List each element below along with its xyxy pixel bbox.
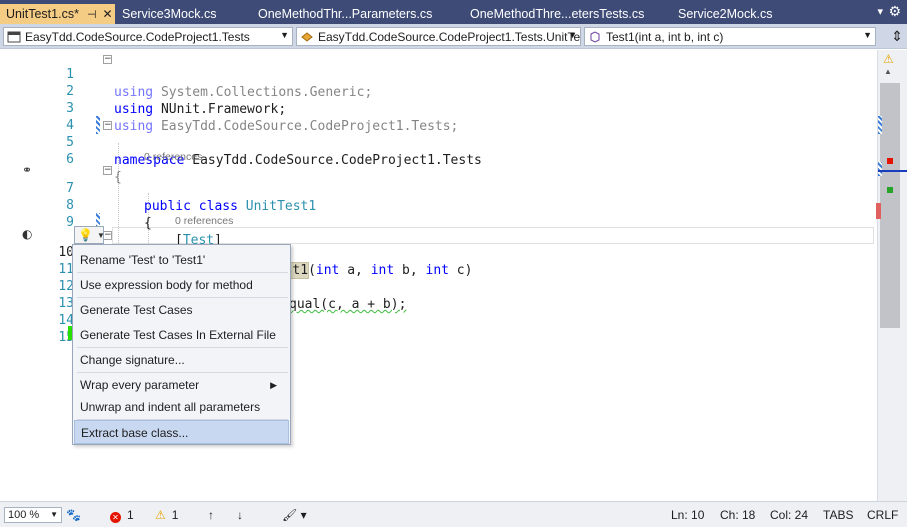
menu-item-rename[interactable]: Rename 'Test' to 'Test1'	[74, 248, 289, 272]
project-dropdown[interactable]: EasyTdd.CodeSource.CodeProject1.Tests ▼	[3, 27, 293, 46]
tab-label: UnitTest1.cs*	[6, 7, 79, 21]
warning-icon: ⚠	[883, 52, 894, 66]
error-marker[interactable]	[887, 158, 893, 164]
member-dropdown[interactable]: Test1(int a, int b, int c) ▼	[584, 27, 876, 46]
menu-item-unwrap-parameters[interactable]: Unwrap and indent all parameters	[74, 395, 289, 419]
type-name: EasyTdd.CodeSource.CodeProject1.Tests.Un…	[318, 29, 581, 44]
tab-unittest1[interactable]: UnitTest1.cs* ⊣ ✕	[0, 4, 116, 24]
code-line-2: 2 using NUnit.Framework;	[0, 65, 877, 117]
menu-item-wrap-parameters[interactable]: Wrap every parameter ▶	[74, 373, 289, 397]
next-issue-icon[interactable]: ↓	[237, 508, 243, 522]
document-tab-bar: UnitTest1.cs* ⊣ ✕ Service3Mock.cs OneMet…	[0, 0, 907, 24]
warning-icon: ⚠	[155, 508, 166, 522]
warning-count-label: 1	[171, 508, 179, 522]
tab-service2mock[interactable]: Service2Mock.cs	[672, 4, 808, 24]
method-icon	[588, 30, 602, 43]
menu-item-label: Unwrap and indent all parameters	[80, 400, 261, 414]
lightbulb-icon: 💡	[78, 228, 93, 242]
type-dropdown[interactable]: EasyTdd.CodeSource.CodeProject1.Tests.Un…	[296, 27, 581, 46]
code-line-4: 4	[0, 99, 877, 133]
project-icon	[7, 31, 21, 43]
pin-icon[interactable]: ⊣	[87, 8, 97, 21]
menu-item-change-signature[interactable]: Change signature...	[74, 348, 289, 372]
scrollbar-thumb[interactable]	[880, 83, 900, 328]
menu-item-generate-test-cases[interactable]: Generate Test Cases	[74, 298, 289, 322]
code-line-1: 1 using System.Collections.Generic;	[0, 50, 877, 100]
chevron-down-icon: ▼	[96, 230, 105, 240]
error-count[interactable]: ✕ 1	[110, 508, 134, 523]
tab-label: Service3Mock.cs	[122, 7, 217, 21]
menu-item-label: Generate Test Cases	[80, 303, 193, 317]
menu-item-label: Use expression body for method	[80, 278, 253, 292]
zoom-level: 100 %	[8, 509, 40, 521]
indent-mode-indicator[interactable]: TABS	[823, 508, 853, 522]
chevron-down-icon: ▼	[50, 510, 58, 519]
tab-label: OneMethodThre...etersTests.cs	[470, 7, 645, 21]
error-icon: ✕	[110, 512, 121, 523]
gear-icon[interactable]: ⚙	[888, 3, 901, 20]
code-line-6: 6 {	[0, 133, 877, 185]
quick-actions-menu: Rename 'Test' to 'Test1' Use expression …	[72, 244, 291, 445]
menu-item-label: Extract base class...	[81, 426, 189, 440]
previous-issue-icon[interactable]: ↑	[208, 508, 214, 522]
menu-item-extract-base-class[interactable]: Extract base class...	[74, 420, 289, 444]
menu-item-label: Change signature...	[80, 353, 185, 367]
tab-onemethod-parameters[interactable]: OneMethodThr...Parameters.cs	[252, 4, 464, 24]
line-indicator[interactable]: Ln: 10	[671, 508, 704, 522]
editor-status-bar: 100 % ▼ 🐾 ✕ 1 ⚠ 1 ↑ ↓ 🖌 ▾ Ln: 10 Ch: 18 Co…	[0, 501, 907, 527]
error-count-label: 1	[127, 508, 134, 522]
tab-label: Service2Mock.cs	[678, 7, 773, 21]
zoom-dropdown[interactable]: 100 % ▼	[4, 507, 62, 523]
column-indicator[interactable]: Col: 24	[770, 508, 808, 522]
menu-item-label: Wrap every parameter	[80, 378, 200, 392]
error-marker[interactable]	[876, 203, 881, 219]
quick-actions-lightbulb[interactable]: 💡 ▼	[74, 226, 105, 244]
project-name: EasyTdd.CodeSource.CodeProject1.Tests	[25, 29, 250, 44]
change-marker	[878, 116, 882, 134]
code-line-9: 9 [Test]	[0, 196, 877, 248]
code-cleanup-icon[interactable]: 🖌 ▾	[282, 508, 307, 522]
menu-item-expression-body[interactable]: Use expression body for method	[74, 273, 289, 297]
line-ending-indicator[interactable]: CRLF	[867, 508, 898, 522]
code-line-10: 10 public void Test1(int a, int b, int c…	[0, 226, 877, 279]
code-line-3: 3 using EasyTdd.CodeSource.CodeProject1.…	[0, 82, 877, 134]
change-marker	[96, 213, 100, 227]
suggestion-marker[interactable]	[887, 187, 893, 193]
tab-overflow-chevron-icon[interactable]: ▾	[877, 5, 883, 18]
copilot-icon[interactable]: 🐾	[66, 508, 81, 522]
submenu-arrow-icon: ▶	[270, 380, 277, 390]
menu-item-label: Generate Test Cases In External File	[80, 328, 276, 342]
warning-count[interactable]: ⚠ 1	[155, 508, 178, 522]
chevron-down-icon: ▼	[863, 30, 872, 40]
class-icon	[300, 31, 314, 43]
tab-service3mock[interactable]: Service3Mock.cs	[116, 4, 252, 24]
caret-position-marker	[878, 170, 907, 172]
tab-onemethod-tests[interactable]: OneMethodThre...etersTests.cs	[464, 4, 672, 24]
char-indicator[interactable]: Ch: 18	[720, 508, 755, 522]
scroll-up-arrow-icon[interactable]: ▲	[884, 67, 892, 76]
chevron-down-icon: ▼	[568, 30, 577, 40]
navigation-bar: EasyTdd.CodeSource.CodeProject1.Tests ▼ …	[0, 24, 907, 49]
tab-label: OneMethodThr...Parameters.cs	[258, 7, 433, 21]
menu-item-label: Rename 'Test' to 'Test1'	[80, 253, 206, 267]
member-name: Test1(int a, int b, int c)	[606, 29, 724, 44]
change-marker	[878, 162, 882, 176]
code-line-5: 5 namespace EasyTdd.CodeSource.CodeProje…	[0, 116, 877, 168]
code-line-8: 8 {	[0, 179, 877, 231]
vertical-scrollbar[interactable]: ⚠ ▲	[876, 50, 907, 501]
split-window-icon[interactable]: ⇕	[891, 28, 903, 45]
close-icon[interactable]: ✕	[103, 7, 113, 21]
code-line-7: 7 public class UnitTest1	[0, 162, 877, 214]
menu-item-generate-test-cases-external[interactable]: Generate Test Cases In External File	[74, 323, 289, 347]
chevron-down-icon: ▼	[280, 30, 289, 40]
